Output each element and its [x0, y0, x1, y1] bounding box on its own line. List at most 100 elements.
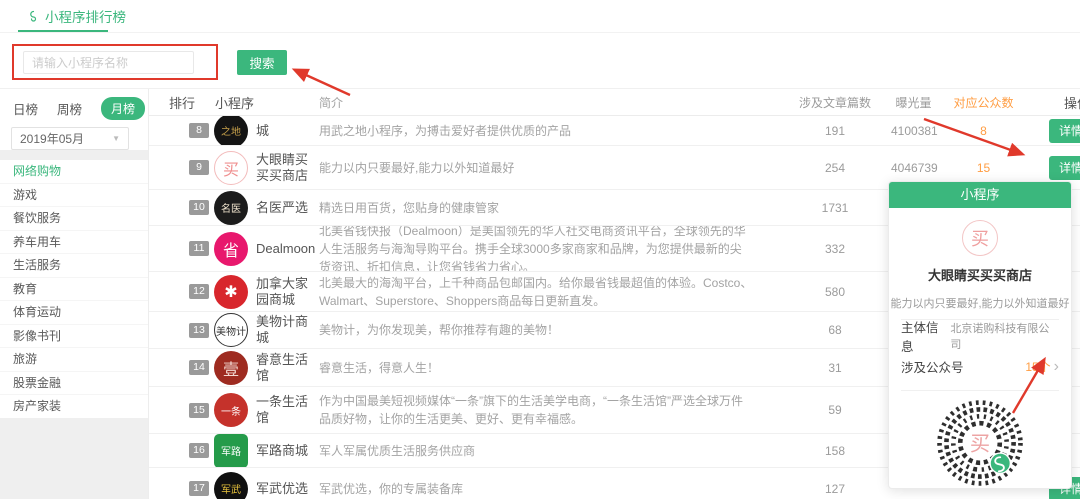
article-count: 1731 [821, 200, 849, 215]
rank-badge: 14 [189, 360, 209, 375]
app-icon: 军路 [214, 434, 248, 467]
rank-badge: 13 [189, 322, 209, 338]
article-count: 158 [824, 443, 846, 458]
category-list: 网络购物 游戏 餐饮服务 养车用车 生活服务 教育 体育运动 影像书刊 旅游 股票金融 房产家装 [0, 160, 148, 419]
field-value: 北京诺购科技有限公司 [950, 322, 1050, 351]
rank-badge: 10 [189, 200, 209, 215]
sidebar-category-item[interactable]: 餐饮服务 [0, 207, 148, 231]
rank-badge: 11 [189, 241, 209, 256]
sidebar-category-item[interactable]: 体育运动 [0, 301, 148, 325]
mini-program-ranking-page: 小程序排行榜 搜索 日榜 周榜 月榜 2019年05月 ▼ 网络购物游戏餐饮服务… [0, 0, 1080, 499]
app-description: 作为中国最美短视频媒体“一条”旗下的生活美学电商，“一条生活馆”严选全球万件品质… [319, 394, 743, 426]
col-exposure: 曝光量 [895, 96, 932, 110]
sidebar-category-item[interactable]: 教育 [0, 277, 148, 301]
app-name: 一条生活馆 [256, 394, 309, 425]
app-description: 军人军属优质生活服务供应商 [319, 443, 476, 458]
rank-badge: 16 [189, 443, 209, 458]
app-icon: 之地 [214, 116, 248, 145]
chevron-right-icon: › [1053, 357, 1059, 375]
sidebar-category-item[interactable]: 网络购物 [0, 160, 148, 184]
search-section: 搜索 [0, 33, 1080, 89]
mini-program-detail-popup: 小程序 买 大眼睛买买买商店 能力以内只要最好,能力以外知道最好 主体信息 北京… [888, 181, 1072, 489]
article-count: 191 [824, 123, 846, 138]
sidebar: 日榜 周榜 月榜 2019年05月 ▼ 网络购物 游戏 餐饮服务 养车用车 生活服务 教育… [0, 90, 148, 499]
article-count: 332 [824, 241, 846, 256]
page-title: 小程序排行榜 [45, 10, 126, 25]
account-count: 8 [980, 123, 987, 138]
tab-mini-program-ranking[interactable]: 小程序排行榜 [27, 0, 126, 32]
sidebar-category-item[interactable]: 养车用车 [0, 230, 148, 254]
article-count: 59 [828, 403, 842, 417]
search-input[interactable] [23, 51, 194, 74]
table-row: 8 之地 城 用武之地小程序，为搏击爱好者提供优质的产品 191 4100381… [149, 116, 1080, 146]
app-icon: 省 [214, 231, 248, 266]
sidebar-category-item[interactable]: 影像书刊 [0, 324, 148, 348]
app-name: 军武优选 [256, 480, 309, 496]
rank-badge: 12 [189, 284, 209, 299]
app-icon: ✱ [214, 274, 248, 309]
exposure-count: 4100381 [891, 123, 938, 138]
account-count: 15 [976, 160, 991, 175]
app-icon: 壹 [214, 350, 248, 385]
app-description: 北美省钱快报（Dealmoon）是美国领先的华人社交电商资讯平台，全球领先的华人… [319, 226, 746, 272]
active-tab-underline [18, 30, 108, 32]
date-dropdown[interactable]: 2019年05月 ▼ [11, 127, 129, 150]
rank-period-tabs: 日榜 周榜 月榜 [0, 96, 148, 120]
accounts-count-link[interactable]: 15个 [1025, 360, 1050, 374]
sidebar-category-item[interactable]: 生活服务 [0, 254, 148, 278]
app-name: 军路商城 [256, 442, 309, 458]
detail-button[interactable]: 详情 [1049, 155, 1080, 180]
rank-badge: 8 [189, 123, 209, 138]
tab-monthly-rank[interactable]: 月榜 [101, 96, 146, 120]
app-description: 美物计，为你发现美，帮你推荐有趣的美物！ [319, 323, 560, 337]
rank-badge: 17 [189, 481, 209, 496]
popup-divider [901, 390, 1059, 391]
app-icon: 名医 [214, 190, 248, 225]
article-count: 254 [824, 160, 846, 175]
app-name: 城 [256, 122, 270, 138]
col-account-count: 对应公众数 [953, 96, 1014, 110]
sidebar-gap [0, 150, 148, 160]
table-header: 排行 小程序 简介 涉及文章篇数 曝光量 对应公众数 操作 [149, 90, 1080, 116]
col-action: 操作 [1064, 96, 1080, 111]
exposure-count: 4046739 [891, 160, 938, 175]
popup-app-description: 能力以内只要最好,能力以外知道最好 [890, 298, 1070, 310]
app-name: 大眼睛买买买商店 [256, 151, 309, 183]
popup-field-subject: 主体信息 北京诺购科技有限公司 [889, 320, 1071, 354]
article-count: 127 [824, 481, 846, 496]
app-name: 睿意生活馆 [256, 351, 309, 383]
sidebar-category-item[interactable]: 旅游 [0, 348, 148, 372]
app-icon: 军武 [214, 471, 248, 499]
col-description: 简介 [319, 95, 344, 110]
sidebar-category-item[interactable]: 游戏 [0, 183, 148, 207]
app-name: 名医严选 [256, 199, 309, 215]
rank-badge: 9 [189, 160, 209, 175]
top-bar: 小程序排行榜 [0, 0, 1080, 33]
date-dropdown-value: 2019年05月 [20, 132, 85, 146]
search-button[interactable]: 搜索 [237, 50, 287, 75]
popup-field-accounts: 涉及公众号 15个 › [889, 351, 1071, 382]
app-name: Dealmoon [256, 240, 316, 256]
col-mini-program: 小程序 [215, 96, 255, 111]
col-article-count: 涉及文章篇数 [798, 96, 871, 110]
qr-code: 买 [889, 397, 1071, 494]
field-label: 涉及公众号 [901, 361, 964, 375]
app-name: 加拿大家园商城 [256, 275, 309, 307]
tab-weekly-rank[interactable]: 周榜 [57, 99, 82, 118]
sidebar-category-item[interactable]: 股票金融 [0, 371, 148, 395]
detail-button[interactable]: 详情 [1049, 118, 1080, 143]
app-description: 睿意生活，得意人生！ [319, 360, 440, 375]
app-icon: 一条 [214, 393, 248, 427]
popup-app-name: 大眼睛买买买商店 [927, 268, 1032, 283]
sidebar-category-item[interactable]: 房产家装 [0, 395, 148, 419]
app-icon: 美物计 [214, 313, 248, 347]
app-description: 能力以内只要最好,能力以外知道最好 [319, 160, 515, 175]
col-rank: 排行 [169, 96, 196, 111]
app-name: 美物计商城 [256, 314, 309, 345]
app-description: 北美最大的海淘平台，上千种商品包邮国内。给你最省钱最超值的体验。Costco、W… [319, 275, 753, 308]
tab-daily-rank[interactable]: 日榜 [13, 99, 38, 118]
chevron-down-icon: ▼ [112, 134, 120, 143]
rank-badge: 15 [189, 402, 209, 418]
popup-header: 小程序 [889, 182, 1071, 208]
miniprogram-icon [30, 10, 37, 22]
